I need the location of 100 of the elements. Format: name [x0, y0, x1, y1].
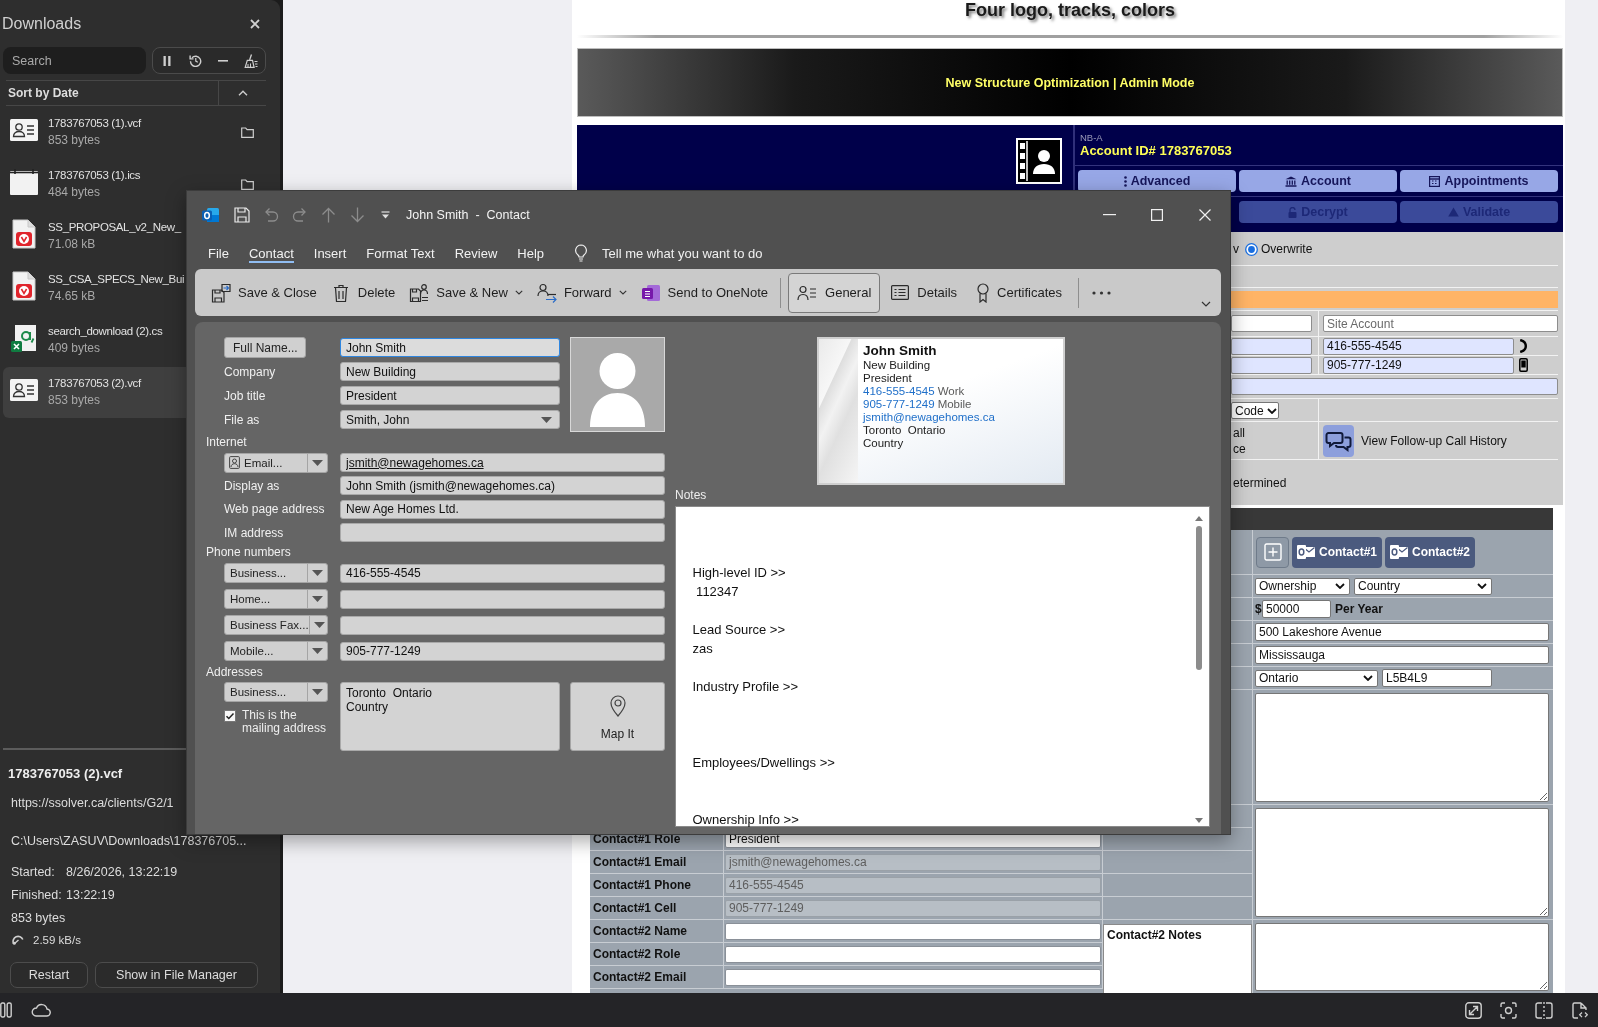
text-area[interactable]: [1255, 693, 1549, 802]
radio-button[interactable]: [1245, 243, 1258, 256]
email-field[interactable]: jsmith@newagehomes.ca: [340, 453, 665, 473]
phone-type-button[interactable]: Home...: [224, 589, 328, 610]
history-icon[interactable]: [188, 54, 202, 67]
phone-field[interactable]: [340, 615, 665, 635]
ownership-select[interactable]: Ownership: [1255, 577, 1350, 595]
nav-button[interactable]: Advanced: [1078, 170, 1236, 192]
text-area[interactable]: [1255, 808, 1549, 917]
save-close-button[interactable]: Save & Close: [206, 272, 322, 313]
phone-type-button[interactable]: Business...: [224, 563, 328, 584]
tell-me-field[interactable]: Tell me what you want to do: [602, 245, 783, 261]
certificates-view-tab[interactable]: Certificates: [968, 272, 1072, 313]
input-field[interactable]: [1231, 356, 1312, 374]
call-history-link[interactable]: View Follow-up Call History: [1361, 433, 1507, 448]
search-field[interactable]: Search: [3, 47, 146, 74]
phone-field[interactable]: 905-777-1249: [1323, 356, 1514, 374]
calendar-icon: [1429, 175, 1441, 187]
code-select[interactable]: Code: [1231, 402, 1279, 419]
code-page-icon[interactable]: [1571, 1001, 1588, 1019]
label-text: v: [1233, 241, 1239, 257]
full-name-button[interactable]: Full Name...: [224, 337, 306, 358]
folder-icon[interactable]: [241, 127, 254, 138]
input-field[interactable]: [1231, 315, 1312, 332]
cloud-icon[interactable]: [31, 1003, 51, 1017]
minus-icon[interactable]: [218, 59, 228, 62]
table-input[interactable]: [725, 922, 1101, 940]
split-square-icon[interactable]: [1535, 1001, 1553, 1019]
chevron-down-icon[interactable]: [1201, 301, 1211, 307]
add-button[interactable]: [1256, 536, 1289, 568]
menu-tab[interactable]: Format Text: [366, 243, 435, 263]
download-item[interactable]: 1783767053 (1).ics 484 bytes: [3, 159, 268, 210]
speech-bubbles-icon[interactable]: [1323, 424, 1354, 457]
contact-card-icon: [10, 379, 38, 401]
details-view-tab[interactable]: Details: [882, 272, 967, 313]
caret-up-icon[interactable]: [237, 90, 248, 96]
map-it-button[interactable]: Map It: [570, 682, 665, 752]
menu-tab[interactable]: Help: [517, 243, 545, 263]
text-field[interactable]: [340, 523, 665, 543]
input-field[interactable]: [1231, 337, 1312, 355]
camera-frame-icon[interactable]: [1500, 1001, 1517, 1019]
address-type-button[interactable]: Business...: [224, 682, 328, 703]
bar-caret-icon[interactable]: [381, 211, 390, 219]
double-bar-icon[interactable]: [0, 1002, 12, 1018]
phone-field[interactable]: 416-555-4545: [340, 563, 665, 583]
show-in-file-manager-button[interactable]: Show in File Manager: [95, 962, 258, 988]
street-field[interactable]: 500 Lakeshore Avenue: [1255, 623, 1549, 641]
phone-field[interactable]: 416-555-4545: [1323, 337, 1514, 355]
amount-field[interactable]: 50000: [1262, 600, 1331, 618]
folder-icon[interactable]: [241, 179, 254, 190]
send-to-onenote-button[interactable]: Send to OneNote: [635, 272, 774, 313]
menu-tab[interactable]: Review: [454, 243, 498, 263]
label-text: etermined: [1233, 474, 1287, 491]
input-field[interactable]: [1231, 378, 1558, 395]
menu-tab[interactable]: Insert: [313, 243, 347, 263]
menu-tab[interactable]: File: [208, 243, 229, 263]
more-icon[interactable]: [1092, 290, 1112, 295]
province-select[interactable]: Ontario: [1255, 669, 1378, 687]
broom-icon[interactable]: [244, 53, 258, 68]
restart-button[interactable]: Restart: [10, 962, 88, 988]
table-input[interactable]: [725, 945, 1101, 963]
email-type-button[interactable]: Email...: [224, 452, 328, 473]
sort-button[interactable]: Sort by Date: [6, 85, 79, 101]
lightbulb-icon: [574, 244, 589, 262]
text-field[interactable]: New Building: [340, 362, 560, 381]
file-as-dropdown[interactable]: Smith, John: [340, 410, 560, 429]
contact-button[interactable]: Contact#2: [1385, 536, 1475, 568]
maximize-icon[interactable]: [1151, 209, 1163, 221]
table-input[interactable]: [725, 968, 1101, 986]
menu-tab[interactable]: Contact: [248, 243, 294, 263]
save-new-button[interactable]: Save & New: [404, 272, 528, 313]
full-name-field[interactable]: John Smith: [340, 338, 560, 357]
text-field[interactable]: John Smith (jsmith@newagehomes.ca): [340, 476, 665, 496]
nav-button[interactable]: Account: [1239, 170, 1397, 192]
forward-button[interactable]: Forward: [531, 272, 632, 313]
address-field[interactable]: Toronto Ontario Country: [340, 682, 560, 752]
phone-type-button[interactable]: Business Fax...: [224, 615, 328, 636]
city-field[interactable]: Mississauga: [1255, 646, 1549, 664]
floppy-disk-icon[interactable]: [234, 207, 250, 223]
general-view-tab[interactable]: General: [788, 272, 881, 313]
phone-field[interactable]: 905-777-1249: [340, 641, 665, 661]
site-account-field[interactable]: Site Account: [1323, 315, 1558, 332]
text-field[interactable]: New Age Homes Ltd.: [340, 499, 665, 519]
notes-field[interactable]: High-level ID >> 112347 Lead Source >> zas Industry Profile >> Employees/Dwellings >> Ownership Info >>: [675, 505, 1210, 827]
country-select[interactable]: Country: [1354, 577, 1492, 595]
delete-button[interactable]: Delete: [325, 272, 401, 313]
close-icon[interactable]: [250, 19, 260, 29]
postal-code-field[interactable]: L5B4L9: [1382, 669, 1492, 687]
text-field[interactable]: President: [340, 386, 560, 405]
gauge-icon: [12, 935, 24, 945]
checkbox[interactable]: [224, 710, 236, 723]
text-area[interactable]: [1255, 923, 1549, 991]
file-name: 1783767053 (1).vcf: [48, 116, 141, 131]
nav-button[interactable]: Appointments: [1400, 170, 1558, 192]
phone-type-button[interactable]: Mobile...: [224, 641, 328, 662]
phone-field[interactable]: [340, 589, 665, 609]
pause-icon[interactable]: [163, 55, 171, 66]
contact-button[interactable]: Contact#1: [1292, 536, 1382, 568]
download-item[interactable]: 1783767053 (1).vcf 853 bytes: [3, 107, 268, 158]
minimize-icon[interactable]: [1103, 214, 1116, 216]
